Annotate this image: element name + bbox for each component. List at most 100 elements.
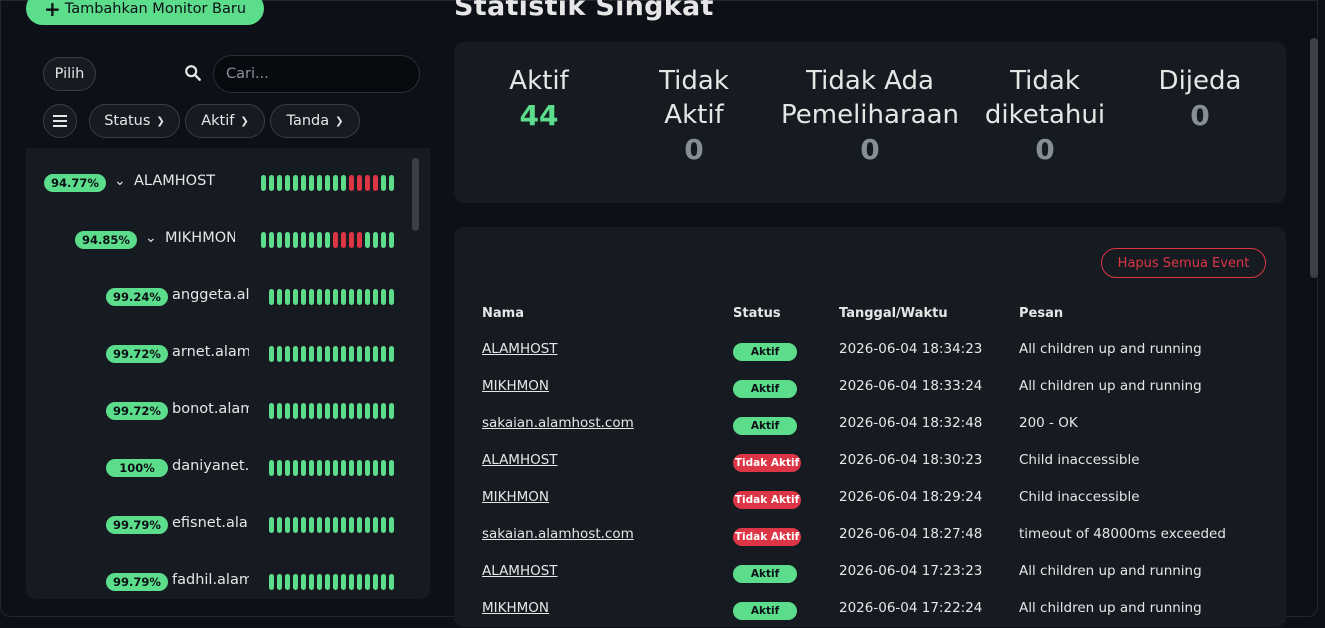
monitor-item-group[interactable]: 94.85% ⌄ MIKHMON (26, 225, 411, 255)
monitor-item[interactable]: 99.72% bonot.alamhost.com (26, 396, 411, 426)
event-monitor-link[interactable]: MIKHMON (482, 378, 549, 394)
monitor-item[interactable]: 99.79% fadhil.alamhost.com (26, 567, 411, 597)
event-message: All children up and running (1019, 378, 1202, 394)
page-title: Statistik Singkat (454, 0, 714, 22)
monitor-item[interactable]: 99.72% arnet.alamhost.com (26, 339, 411, 369)
stat-value: 0 (1035, 133, 1055, 166)
heartbeat-up (317, 289, 322, 305)
heartbeat-up (309, 403, 314, 419)
heartbeat-up (373, 289, 378, 305)
heartbeat-down (357, 175, 362, 191)
heartbeat-up (349, 460, 354, 476)
heartbeat-up (317, 346, 322, 362)
filter-active-button[interactable]: Aktif ❯ (185, 104, 265, 138)
column-header-status: Status (733, 306, 781, 321)
monitor-name: fadhil.alamhost.com (172, 572, 249, 588)
event-datetime: 2026-06-04 18:27:48 (839, 526, 983, 542)
monitor-name: arnet.alamhost.com (172, 344, 249, 360)
event-monitor-link[interactable]: ALAMHOST (482, 341, 558, 357)
heartbeat-up (293, 574, 298, 590)
stat-maintenance: Tidak Ada Pemeliharaan 0 (774, 64, 966, 170)
heartbeat-up (293, 289, 298, 305)
search-icon (185, 65, 201, 81)
heartbeat-up (357, 460, 362, 476)
monitor-list-panel: Pilih Status ❯ Aktif ❯ Tanda ❯ (26, 42, 430, 599)
heartbeat-up (293, 175, 298, 191)
heartbeat-up (365, 289, 370, 305)
heartbeat-up (277, 460, 282, 476)
heartbeat-up (301, 574, 306, 590)
monitor-item-group[interactable]: 94.77% ⌄ ALAMHOST (26, 168, 411, 198)
heartbeat-up (277, 346, 282, 362)
event-monitor-link[interactable]: ALAMHOST (482, 563, 558, 579)
monitor-list-scrollbar[interactable] (412, 158, 419, 231)
heartbeat-up (349, 574, 354, 590)
event-message: All children up and running (1019, 341, 1202, 357)
heartbeat-up (301, 346, 306, 362)
selection-mode-button[interactable] (43, 104, 77, 138)
chevron-down-icon[interactable]: ⌄ (145, 230, 157, 246)
status-badge: Aktif (733, 380, 797, 398)
monitor-item[interactable]: 99.24% anggeta.alamhost.com (26, 282, 411, 312)
heartbeat-up (341, 346, 346, 362)
heartbeat-up (293, 403, 298, 419)
uptime-badge: 94.77% (44, 174, 106, 192)
event-monitor-link[interactable]: MIKHMON (482, 489, 549, 505)
heartbeat-up (365, 403, 370, 419)
chevron-down-icon[interactable]: ⌄ (114, 173, 126, 189)
event-datetime: 2026-06-04 18:34:23 (839, 341, 983, 357)
search-input[interactable] (213, 55, 420, 93)
table-row: MIKHMON Aktif 2026-06-04 17:22:24 All child… (454, 591, 1286, 628)
add-monitor-button[interactable]: + Tambahkan Monitor Baru (26, 0, 264, 25)
stat-label: Aktif (509, 66, 569, 96)
heartbeat-up (301, 289, 306, 305)
heartbeat-up (381, 175, 386, 191)
heartbeat-up (341, 175, 346, 191)
page-scrollbar[interactable] (1310, 38, 1318, 278)
heartbeat-up (269, 574, 274, 590)
event-monitor-link[interactable]: ALAMHOST (482, 452, 558, 468)
table-row: MIKHMON Tidak Aktif 2026-06-04 18:29:24 Chi… (454, 480, 1286, 517)
important-events-card: Hapus Semua Event Nama Status Tanggal/Wa… (454, 227, 1286, 627)
heartbeat-up (381, 346, 386, 362)
monitor-name: daniyanet.alamhost.com (172, 458, 249, 474)
heartbeat-down (349, 232, 354, 248)
select-button[interactable]: Pilih (43, 57, 96, 91)
event-monitor-link[interactable]: sakaian.alamhost.com (482, 415, 634, 431)
heartbeat-up (373, 346, 378, 362)
event-monitor-link[interactable]: sakaian.alamhost.com (482, 526, 634, 542)
heartbeat-up (325, 289, 330, 305)
heartbeat-up (293, 346, 298, 362)
heartbeat-up (317, 232, 322, 248)
monitor-name: efisnet.alamhost.com (172, 515, 249, 531)
heartbeat-up (381, 403, 386, 419)
heartbeat-up (341, 289, 346, 305)
heartbeat-up (381, 289, 386, 305)
event-message: timeout of 48000ms exceeded (1019, 526, 1226, 542)
heartbeat-up (317, 175, 322, 191)
table-row: ALAMHOST Tidak Aktif 2026-06-04 18:30:23 Ch… (454, 443, 1286, 480)
uptime-badge: 99.72% (106, 402, 168, 420)
heartbeat-up (285, 232, 290, 248)
heartbeat-bar (269, 289, 394, 305)
heartbeat-up (317, 403, 322, 419)
heartbeat-up (389, 517, 394, 533)
heartbeat-down (365, 175, 370, 191)
heartbeat-up (349, 346, 354, 362)
heartbeat-up (301, 460, 306, 476)
monitor-item[interactable]: 100% daniyanet.alamhost.com (26, 453, 411, 483)
column-header-name: Nama (482, 306, 524, 321)
heartbeat-up (381, 232, 386, 248)
monitor-item[interactable]: 99.79% efisnet.alamhost.com (26, 510, 411, 540)
filter-status-label: Status (104, 113, 151, 129)
uptime-badge: 100% (106, 459, 168, 477)
clear-events-button[interactable]: Hapus Semua Event (1101, 248, 1266, 278)
plus-icon: + (43, 0, 61, 21)
filter-tag-button[interactable]: Tanda ❯ (270, 104, 360, 138)
heartbeat-up (373, 574, 378, 590)
filter-status-button[interactable]: Status ❯ (89, 104, 180, 138)
table-row: ALAMHOST Aktif 2026-06-04 17:23:23 All chil… (454, 554, 1286, 591)
heartbeat-up (357, 574, 362, 590)
event-monitor-link[interactable]: MIKHMON (482, 600, 549, 616)
heartbeat-up (309, 517, 314, 533)
